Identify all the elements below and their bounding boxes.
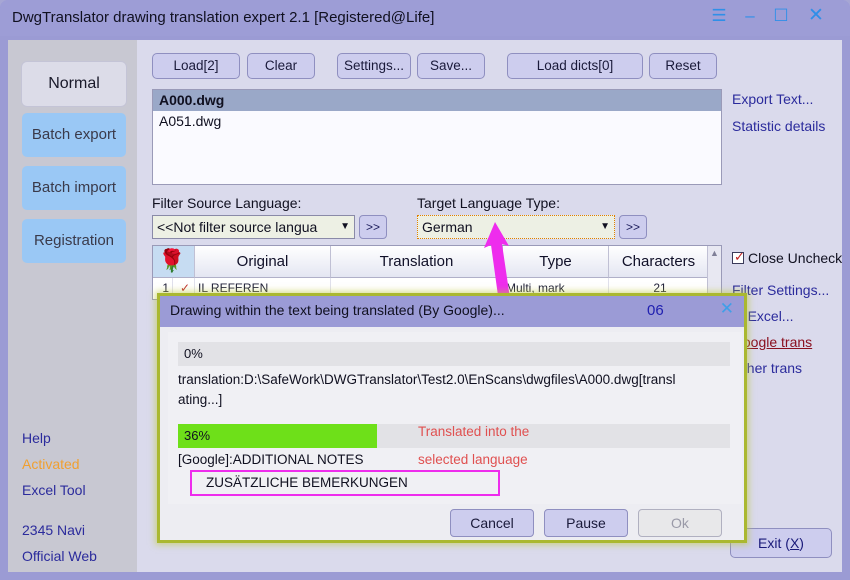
- window-title: DwgTranslator drawing translation expert…: [12, 9, 435, 26]
- minimize-icon[interactable]: –: [737, 4, 763, 28]
- progress-label: 0%: [184, 346, 203, 361]
- dialog-close-icon[interactable]: ✕: [720, 299, 734, 319]
- save-button[interactable]: Save...: [417, 53, 485, 79]
- dialog-body: 0% translation:D:\SafeWork\DWGTranslator…: [168, 332, 742, 504]
- dialog-path-line-1: translation:D:\SafeWork\DWGTranslator\Te…: [178, 372, 676, 387]
- clear-button[interactable]: Clear: [247, 53, 315, 79]
- menu-icon[interactable]: ☰: [706, 4, 732, 28]
- close-uncheck-checkbox[interactable]: Close Uncheck: [732, 249, 843, 266]
- translation-table: 🌹 Original Translation Type Characters 1…: [152, 245, 722, 300]
- sidebar-link-help[interactable]: Help: [22, 430, 51, 446]
- sidebar-item-batch-import[interactable]: Batch import: [22, 166, 126, 210]
- source-language-select[interactable]: <<Not filter source langua ▼: [152, 215, 355, 239]
- exit-label-end: ): [799, 535, 804, 551]
- progress-label: 36%: [184, 428, 211, 443]
- filter-source-language-label: Filter Source Language:: [152, 195, 302, 211]
- progress-bar-overall: 0%: [178, 342, 730, 366]
- sidebar: Normal Batch export Batch import Registr…: [8, 40, 137, 572]
- sidebar-item-batch-export[interactable]: Batch export: [22, 113, 126, 157]
- ok-button: Ok: [638, 509, 722, 537]
- source-language-value: <<Not filter source langua: [157, 219, 318, 235]
- scroll-up-icon[interactable]: ▲: [708, 246, 721, 260]
- file-list[interactable]: A000.dwg A051.dwg: [152, 89, 722, 185]
- load-button[interactable]: Load[2]: [152, 53, 240, 79]
- sidebar-item-normal[interactable]: Normal: [22, 62, 126, 106]
- export-text-link[interactable]: Export Text...: [732, 91, 813, 107]
- exit-accelerator: X: [789, 535, 800, 551]
- column-header-original[interactable]: Original: [195, 246, 331, 278]
- maximize-icon[interactable]: ☐: [768, 4, 794, 28]
- source-language-go-button[interactable]: >>: [359, 215, 387, 239]
- sidebar-item-registration[interactable]: Registration: [22, 219, 126, 263]
- rose-icon: 🌹: [158, 248, 186, 273]
- table-scrollbar[interactable]: ▲: [707, 246, 721, 299]
- dialog-translated-text: ZUSÄTZLICHE BEMERKUNGEN: [190, 470, 500, 496]
- target-language-value: German: [422, 219, 473, 235]
- annotation-line-2: selected language: [418, 452, 528, 467]
- close-icon[interactable]: ✕: [803, 4, 829, 28]
- dialog-counter: 06: [647, 302, 664, 319]
- dialog-path-line-2: ating...]: [178, 392, 223, 407]
- close-uncheck-label: Close Uncheck: [748, 250, 843, 266]
- translation-progress-dialog: Drawing within the text being translated…: [157, 293, 747, 543]
- exit-label: Exit (: [758, 535, 790, 551]
- checkbox-icon: [732, 249, 745, 265]
- list-item[interactable]: A000.dwg: [153, 90, 721, 111]
- dialog-title: Drawing within the text being translated…: [170, 302, 505, 318]
- chevron-down-icon: ▼: [340, 221, 350, 232]
- chevron-down-icon: ▼: [600, 221, 610, 232]
- target-language-type-label: Target Language Type:: [417, 195, 560, 211]
- settings-button[interactable]: Settings...: [337, 53, 411, 79]
- sidebar-link-2345-navi[interactable]: 2345 Navi: [22, 522, 85, 538]
- sidebar-link-official-web[interactable]: Official Web: [22, 548, 97, 564]
- statistic-details-link[interactable]: Statistic details: [732, 118, 825, 134]
- dialog-title-bar: Drawing within the text being translated…: [160, 296, 744, 327]
- load-dicts-button[interactable]: Load dicts[0]: [507, 53, 643, 79]
- cancel-button[interactable]: Cancel: [450, 509, 534, 537]
- title-bar: DwgTranslator drawing translation expert…: [0, 0, 850, 36]
- target-language-go-button[interactable]: >>: [619, 215, 647, 239]
- reset-button[interactable]: Reset: [649, 53, 717, 79]
- dialog-source-note: [Google]:ADDITIONAL NOTES: [178, 452, 364, 467]
- target-language-select[interactable]: German ▼: [417, 215, 615, 239]
- column-header-translation[interactable]: Translation: [331, 246, 503, 278]
- annotation-line-1: Translated into the: [418, 424, 530, 439]
- application-window: DwgTranslator drawing translation expert…: [0, 0, 850, 580]
- pause-button[interactable]: Pause: [544, 509, 628, 537]
- list-item[interactable]: A051.dwg: [153, 111, 721, 132]
- table-header-row: 🌹 Original Translation Type Characters: [153, 246, 721, 278]
- column-header-characters[interactable]: Characters: [609, 246, 709, 278]
- column-header-type[interactable]: Type: [503, 246, 609, 278]
- sidebar-status-activated: Activated: [22, 456, 80, 472]
- rose-icon-header[interactable]: 🌹: [153, 246, 195, 278]
- sidebar-link-excel-tool[interactable]: Excel Tool: [22, 482, 86, 498]
